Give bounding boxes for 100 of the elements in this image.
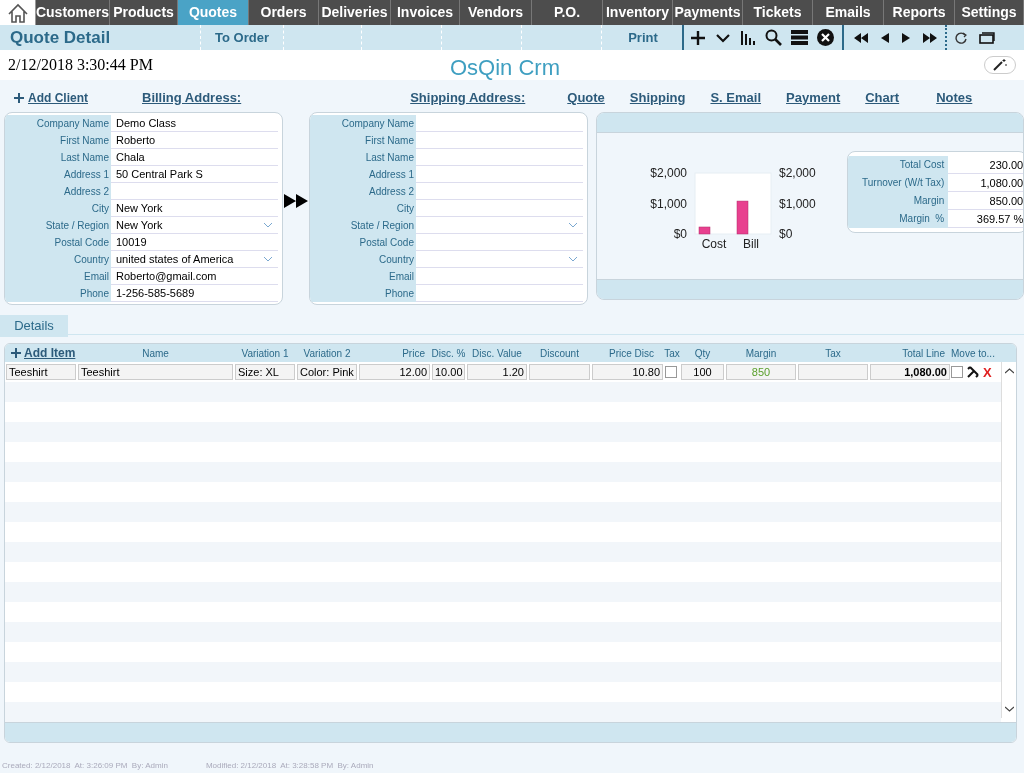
next-icon[interactable] bbox=[902, 32, 910, 43]
input-field[interactable]: united states of America bbox=[111, 251, 279, 268]
tab-link[interactable]: Payment bbox=[786, 87, 841, 107]
value-text: 369.57 % bbox=[948, 210, 1023, 228]
previous-icon[interactable] bbox=[881, 32, 889, 43]
table-cell[interactable]: 1.20 bbox=[467, 364, 527, 380]
bar bbox=[737, 200, 749, 235]
add-item-link[interactable]: Add Item bbox=[5, 344, 77, 362]
delete-button[interactable]: X bbox=[983, 365, 992, 379]
date-time: 2/12/2018 3:30:44 PM bbox=[7, 55, 154, 75]
plus-icon[interactable] bbox=[690, 29, 706, 46]
axis-label: $2,000 bbox=[779, 166, 816, 180]
column-header: Price Disc bbox=[608, 346, 655, 361]
field-label: First Name bbox=[5, 132, 111, 149]
table-cell[interactable]: 1,080.00 bbox=[870, 364, 950, 380]
table-cell[interactable]: 12.00 bbox=[359, 364, 430, 380]
checkbox[interactable] bbox=[665, 366, 677, 378]
field-label: Address 1 bbox=[310, 166, 416, 183]
home-icon[interactable] bbox=[6, 2, 29, 23]
field-label: Last Name bbox=[310, 149, 416, 166]
field-label: Company Name bbox=[5, 115, 111, 132]
field-label: Phone bbox=[5, 285, 111, 302]
bar-chart-icon[interactable] bbox=[740, 29, 756, 46]
column-header: Variation 1 bbox=[240, 346, 290, 361]
created-info: Created: 2/12/2018 At: 3:26:09 PM By: Admin bbox=[2, 760, 168, 772]
field-label: Margin bbox=[848, 192, 949, 210]
tab-link[interactable]: Quote bbox=[567, 87, 605, 107]
input-field[interactable]: Roberto@gmail.com bbox=[111, 268, 279, 285]
chevron-up-icon[interactable] bbox=[1004, 368, 1014, 374]
tab-link[interactable]: S. Email bbox=[710, 87, 762, 107]
input-field[interactable]: 1-256-585-5689 bbox=[111, 285, 279, 302]
input-field[interactable]: Chala bbox=[111, 149, 279, 166]
field-label: Address 1 bbox=[5, 166, 111, 183]
axis-label: $0 bbox=[673, 227, 688, 241]
column-header: Disc. % bbox=[431, 346, 466, 361]
field-label: City bbox=[5, 200, 111, 217]
page-title: Quote Detail bbox=[9, 26, 112, 49]
field-label: Total Cost bbox=[848, 156, 949, 174]
value-text: 230.00 bbox=[948, 156, 1023, 174]
shipping-address-heading: Shipping Address: bbox=[410, 88, 526, 107]
field-label: Postal Code bbox=[310, 234, 416, 251]
window-icon[interactable] bbox=[979, 31, 995, 44]
table-cell[interactable] bbox=[529, 364, 590, 380]
table-cell[interactable]: 10.00 bbox=[432, 364, 465, 380]
axis-label: $1,000 bbox=[650, 196, 688, 211]
input-field[interactable]: 10019 bbox=[111, 234, 279, 251]
tab-link[interactable]: Notes bbox=[936, 87, 973, 107]
value-text: 850.00 bbox=[948, 192, 1023, 210]
double-arrow-icon[interactable] bbox=[284, 194, 309, 208]
close-circle-icon[interactable] bbox=[817, 29, 834, 46]
input-field[interactable]: Demo Class bbox=[111, 115, 279, 132]
input-field[interactable]: 50 Central Park S bbox=[111, 166, 279, 183]
column-header: Margin bbox=[744, 346, 778, 361]
column-header: Total Line bbox=[901, 346, 946, 361]
column-header: Price bbox=[401, 346, 426, 361]
field-label: Margin % bbox=[848, 210, 949, 228]
list-icon[interactable] bbox=[791, 30, 808, 45]
value-text: 1,080.00 bbox=[948, 174, 1023, 192]
checkbox[interactable] bbox=[951, 366, 963, 378]
field-label: Phone bbox=[310, 285, 416, 302]
field-label: City bbox=[310, 200, 416, 217]
table-cell[interactable]: Color: Pink bbox=[297, 364, 357, 380]
column-header: Disc. Value bbox=[471, 346, 523, 361]
column-header: Tax bbox=[664, 346, 680, 361]
tools-icon[interactable] bbox=[967, 366, 979, 378]
add-client-link[interactable]: Add Client bbox=[14, 89, 88, 107]
table-cell[interactable]: Teeshirt bbox=[6, 364, 76, 380]
table-cell[interactable] bbox=[798, 364, 868, 380]
field-label: Email bbox=[310, 268, 416, 285]
table-cell[interactable]: 100 bbox=[681, 364, 724, 380]
input-field[interactable]: New York bbox=[111, 217, 279, 234]
column-header: Move to... bbox=[951, 346, 996, 361]
magic-wand-icon bbox=[993, 59, 1007, 71]
modified-info: Modified: 2/12/2018 At: 3:28:58 PM By: Admin bbox=[205, 760, 374, 772]
chevron-down-icon[interactable] bbox=[1004, 706, 1014, 712]
field-label: State / Region bbox=[5, 217, 111, 234]
plus-icon bbox=[14, 93, 24, 103]
input-field[interactable]: New York bbox=[111, 200, 279, 217]
axis-label: $0 bbox=[779, 227, 793, 241]
search-icon[interactable] bbox=[765, 29, 782, 46]
magic-wand-button[interactable] bbox=[984, 56, 1016, 74]
tab-link[interactable]: Shipping bbox=[629, 87, 686, 107]
column-header: Name bbox=[141, 346, 170, 361]
bar bbox=[699, 226, 711, 235]
field-label: Company Name bbox=[310, 115, 416, 132]
axis-label: $1,000 bbox=[779, 196, 816, 211]
table-cell[interactable]: Size: XL bbox=[235, 364, 295, 380]
details-tab[interactable]: Details bbox=[0, 315, 68, 337]
table-cell[interactable]: 10.80 bbox=[592, 364, 663, 380]
tab-link[interactable]: Chart bbox=[865, 87, 900, 107]
field-label: Turnover (W/t Tax) bbox=[848, 174, 949, 192]
refresh-icon[interactable] bbox=[955, 31, 967, 44]
fast-forward-icon[interactable] bbox=[923, 32, 937, 43]
table-cell[interactable]: Teeshirt bbox=[78, 364, 233, 380]
rewind-icon[interactable] bbox=[854, 32, 868, 43]
column-header: Variation 2 bbox=[302, 346, 352, 361]
column-header: Qty bbox=[693, 346, 712, 361]
input-field[interactable]: Roberto bbox=[111, 132, 279, 149]
plus-icon bbox=[11, 348, 21, 358]
field-label: State / Region bbox=[310, 217, 416, 234]
